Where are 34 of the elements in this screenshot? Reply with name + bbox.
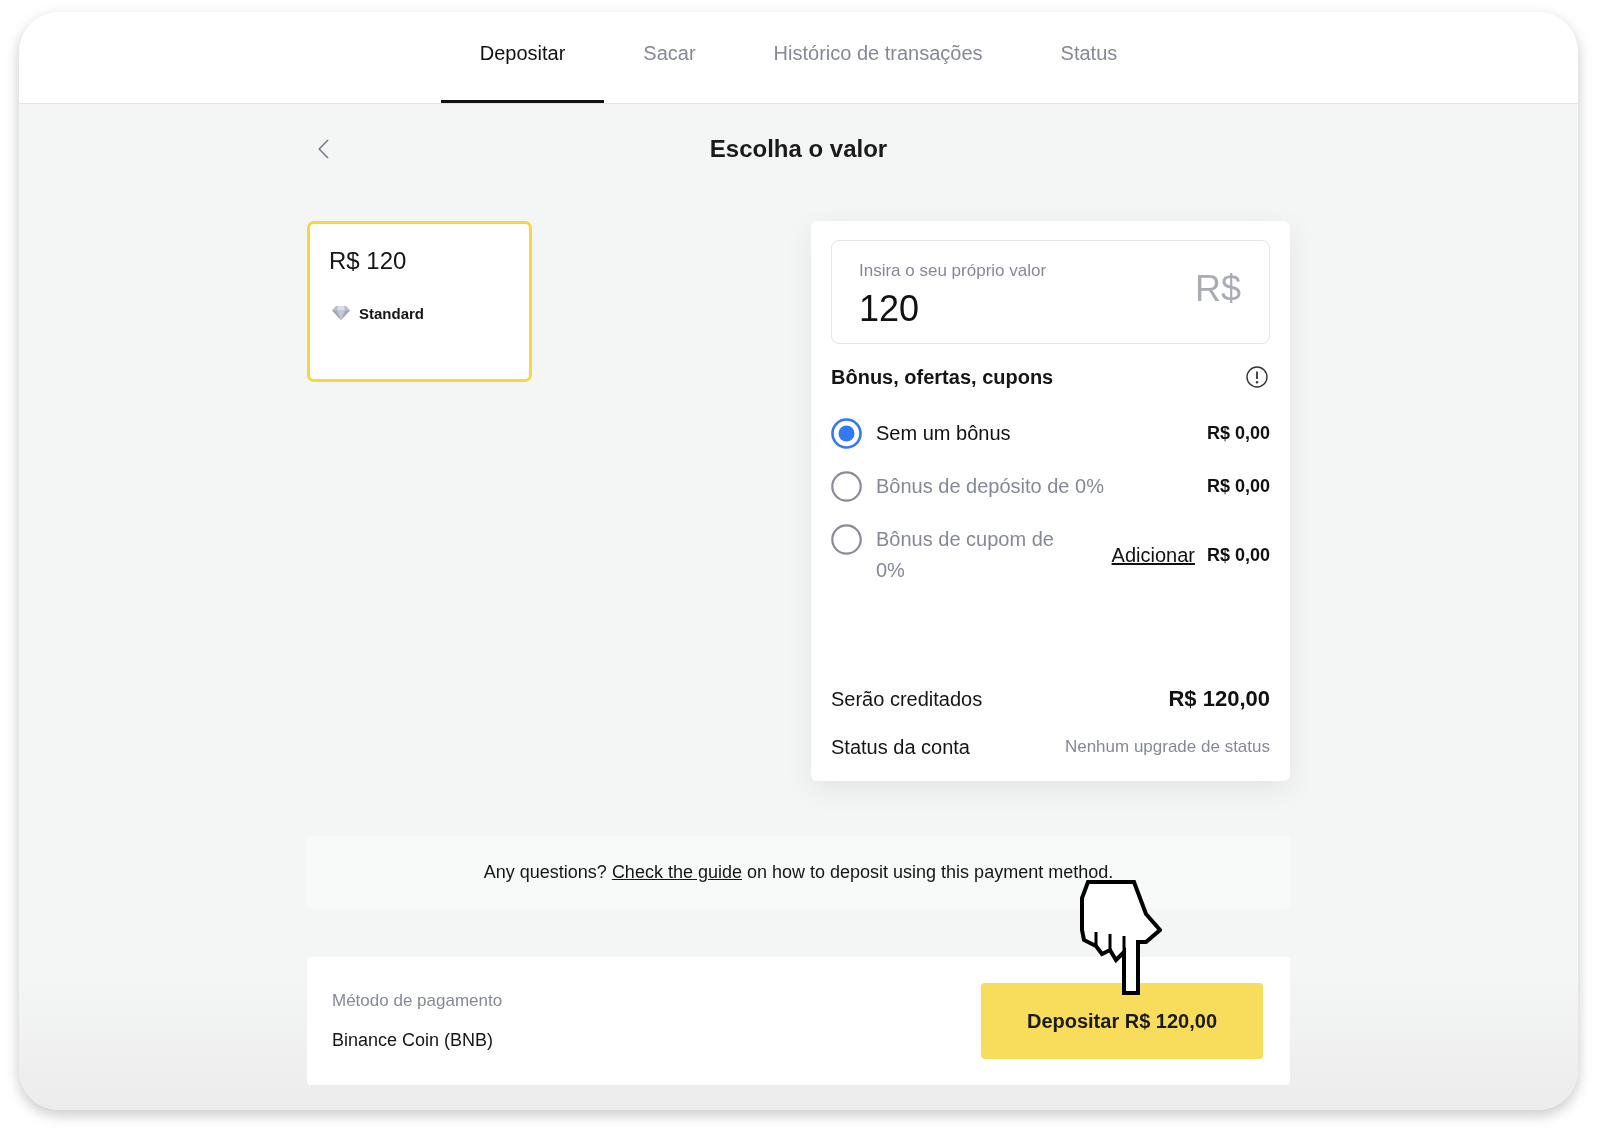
currency-label: R$ bbox=[1194, 267, 1241, 311]
radio-button[interactable] bbox=[831, 524, 862, 555]
tab[interactable]: Depositar bbox=[440, 12, 605, 103]
option-amount: R$ 0,00 bbox=[1206, 475, 1270, 498]
back-chevron-icon[interactable] bbox=[318, 139, 329, 159]
deposit-button[interactable]: Depositar R$ 120,00 bbox=[981, 983, 1263, 1059]
guide-link[interactable]: Check the guide bbox=[611, 862, 742, 882]
summary-value: Nenhum upgrade de status bbox=[1064, 737, 1270, 757]
add-link[interactable]: Adicionar bbox=[1111, 539, 1195, 571]
radio-button[interactable] bbox=[831, 418, 862, 449]
card-amount: R$ 120 bbox=[329, 246, 408, 276]
summary-label: Status da conta bbox=[831, 735, 970, 759]
option-amount: R$ 0,00 bbox=[1206, 422, 1270, 445]
section-title: Bônus, ofertas, cupons bbox=[831, 365, 1054, 389]
amount-value: 120 bbox=[859, 287, 921, 331]
guide-text: Any questions? Check the guide on how to deposit using this payment method. bbox=[483, 862, 1114, 883]
page-title: Escolha o valor bbox=[709, 135, 888, 163]
tab[interactable]: Histórico de transações bbox=[734, 12, 1022, 103]
option-label: Bônus de cupom de 0% bbox=[876, 527, 1055, 583]
radio-button[interactable] bbox=[831, 471, 862, 502]
field-label: Insira o seu próprio valor bbox=[859, 260, 1047, 282]
option-label: Sem um bônus bbox=[876, 421, 1012, 446]
option-label: Bônus de depósito de 0% bbox=[876, 474, 1105, 499]
tab[interactable]: Status bbox=[1021, 12, 1157, 103]
tier-label: Standard bbox=[359, 304, 424, 322]
payment-method-label: Método de pagamento bbox=[332, 990, 503, 1012]
amount-field[interactable]: Insira o seu próprio valor 120 R$ bbox=[831, 240, 1270, 344]
payment-method-name: Binance Coin (BNB) bbox=[332, 1029, 495, 1052]
summary-label: Serão creditados bbox=[831, 687, 983, 711]
amount-card[interactable]: R$ 120 Standard bbox=[307, 221, 532, 382]
diamond-icon bbox=[332, 306, 350, 320]
summary-value: R$ 120,00 bbox=[1168, 686, 1270, 712]
info-icon[interactable] bbox=[1246, 366, 1268, 388]
option-amount: R$ 0,00 bbox=[1206, 543, 1270, 567]
